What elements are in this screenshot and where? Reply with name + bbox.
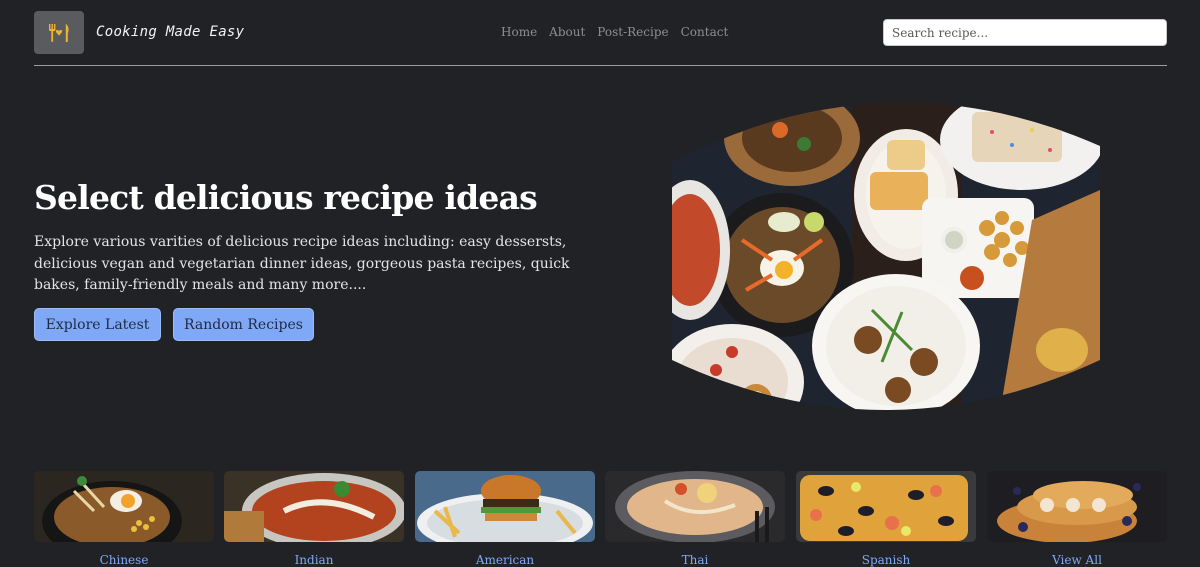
thai-thumbnail [605,471,785,543]
main-nav: Home About Post-Recipe Contact [501,25,728,39]
category-chinese[interactable]: Chinese [34,471,214,567]
category-view-all[interactable]: View All [987,471,1167,567]
view-all-thumbnail [987,471,1167,543]
category-label[interactable]: Chinese [34,553,214,567]
category-spanish[interactable]: Spanish [796,471,976,567]
logo[interactable] [34,11,84,54]
nav-post-recipe[interactable]: Post-Recipe [597,25,668,39]
category-american[interactable]: American [415,471,595,567]
american-thumbnail [415,471,595,553]
hero-description: Explore various varities of delicious re… [34,234,570,293]
nav-contact[interactable]: Contact [681,25,729,39]
category-label[interactable]: American [415,553,595,567]
category-label[interactable]: Indian [224,553,404,567]
category-label[interactable]: Spanish [796,553,976,567]
category-label[interactable]: View All [987,553,1167,567]
category-label[interactable]: Thai [605,553,785,567]
indian-thumbnail [224,471,406,549]
spanish-thumbnail [796,471,976,542]
brand-name[interactable]: Cooking Made Easy [96,24,244,40]
category-thai[interactable]: Thai [605,471,785,567]
explore-latest-button[interactable]: Explore Latest [34,308,161,341]
hero-food-image [672,102,1100,410]
category-indian[interactable]: Indian [224,471,406,567]
chinese-thumbnail [34,471,214,561]
search-input[interactable] [883,19,1167,46]
fork-heart-knife-icon [49,23,69,42]
header-divider [34,65,1167,66]
nav-about[interactable]: About [549,25,585,39]
nav-home[interactable]: Home [501,25,537,39]
random-recipes-button[interactable]: Random Recipes [173,308,314,341]
site-header: Cooking Made Easy Home About Post-Recipe… [34,11,1167,55]
hero-title: Select delicious recipe ideas [34,178,538,217]
